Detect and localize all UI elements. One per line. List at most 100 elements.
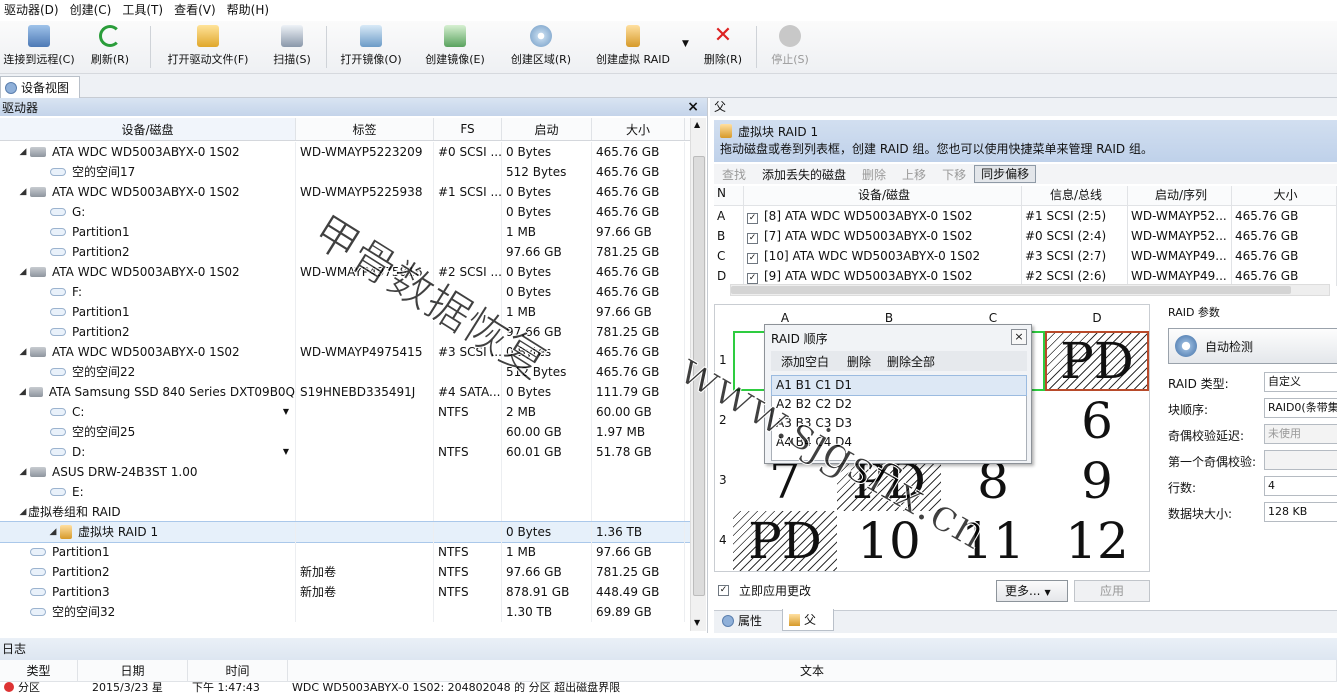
raid-dropdown-icon[interactable]: ▼ [682,39,689,49]
col-device[interactable]: 设备/磁盘 [0,118,296,140]
stop-button[interactable]: 停止(S) [766,23,814,71]
table-row[interactable]: 空的空间32 1.30 TB 69.89 GB [0,602,690,622]
col-fs[interactable]: FS [434,118,502,140]
auto-detect-button[interactable]: 自动检测 [1168,328,1337,364]
menu-tools[interactable]: 工具(T) [118,0,170,21]
table-row[interactable]: ◢ 虚拟卷组和 RAID [0,502,690,522]
delete-button[interactable]: ✕ 删除(R) [700,23,746,71]
connect-remote-button[interactable]: 连接到远程(C) [0,23,78,71]
disk-checkbox[interactable]: ✓ [747,233,758,244]
drives-scrollbar-thumb[interactable] [693,156,705,596]
table-row[interactable]: ◢ ATA WDC WD5003ABYX-0 1S02 WD-WMAYP522593… [0,182,690,202]
delete-all-button[interactable]: 删除全部 [879,353,943,370]
table-row[interactable]: E: [0,482,690,502]
disk-checkbox[interactable]: ✓ [747,213,758,224]
create-virtual-raid-button[interactable]: 创建虚拟 RAID [590,23,676,71]
tree-toggle-icon[interactable]: ◢ [18,382,27,402]
tree-toggle-icon[interactable]: ◢ [18,342,28,362]
matrix-cell[interactable]: 6 [1045,391,1149,451]
dialog-delete-button[interactable]: 删除 [839,353,879,370]
table-row[interactable]: ◢ ATA WDC WD5003ABYX-0 1S02 WD-WMAYP522320… [0,142,690,162]
table-row[interactable]: Partition2 新加卷 NTFS 97.66 GB 781.25 GB [0,562,690,582]
rows-input[interactable]: 4 [1264,476,1337,496]
col-label[interactable]: 标签 [296,118,434,140]
table-row[interactable]: Partition3 新加卷 NTFS 878.91 GB 448.49 GB [0,582,690,602]
matrix-cell[interactable]: 10 [837,511,941,571]
block-size-select[interactable]: 128 KB [1264,502,1337,522]
table-row[interactable]: 空的空间17 512 Bytes 465.76 GB [0,162,690,182]
menu-create[interactable]: 创建(C) [66,0,119,21]
create-region-button[interactable]: 创建区域(R) [504,23,578,71]
table-row[interactable]: ◢ ATA WDC WD5003ABYX-0 1S02 WD-WMAYP497581… [0,262,690,282]
table-row[interactable]: 空的空间22 512 Bytes 465.76 GB [0,362,690,382]
first-parity-select[interactable] [1264,450,1337,470]
more-button[interactable]: 更多... ▼ [996,580,1068,602]
tree-toggle-icon[interactable]: ◢ [18,182,28,202]
raid-disk-row[interactable]: D ✓ [9] ATA WDC WD5003ABYX-0 1S02 #2 SCSI (… [714,266,1337,286]
log-col-type[interactable]: 类型 [0,660,78,681]
open-drive-file-button[interactable]: 打开驱动文件(F) [160,23,256,71]
log-col-time[interactable]: 时间 [188,660,288,681]
scan-button[interactable]: 扫描(S) [268,23,316,71]
table-row[interactable]: Partition1 NTFS 1 MB 97.66 GB [0,542,690,562]
tree-toggle-icon[interactable]: ◢ [48,522,58,542]
row-dropdown-icon[interactable]: ▼ [283,442,289,462]
sync-offset-button[interactable]: 同步偏移 [974,165,1037,183]
col-disk-size[interactable]: 大小 [1232,186,1337,205]
order-item[interactable]: A4 B4 C4 D4 [772,433,1026,452]
raid-disk-row[interactable]: B ✓ [7] ATA WDC WD5003ABYX-0 1S02 #0 SCSI (… [714,226,1337,246]
delete-disk-button[interactable]: 删除 [854,166,894,183]
dialog-close-button[interactable]: × [1011,329,1027,345]
disk-checkbox[interactable]: ✓ [747,273,758,284]
apply-button[interactable]: 应用 [1074,580,1150,602]
tree-toggle-icon[interactable]: ◢ [18,142,28,162]
table-row[interactable]: C: ▼ NTFS 2 MB 60.00 GB [0,402,690,422]
close-pane-button[interactable]: × [687,99,699,115]
table-row[interactable]: Partition1 1 MB 97.66 GB [0,302,690,322]
table-row[interactable]: ◢ 虚拟块 RAID 1 0 Bytes 1.36 TB [0,521,691,543]
block-order-select[interactable]: RAID0(条带集 [1264,398,1337,418]
col-start[interactable]: 启动 [502,118,592,140]
col-size[interactable]: 大小 [592,118,685,140]
matrix-cell[interactable]: PD [733,511,837,571]
table-row[interactable]: ◢ ATA Samsung SSD 840 Series DXT09B0Q S19H… [0,382,690,402]
col-serial[interactable]: 启动/序列 [1128,186,1232,205]
table-row[interactable]: 空的空间25 60.00 GB 1.97 MB [0,422,690,442]
matrix-cell[interactable]: 11 [941,511,1045,571]
col-disk[interactable]: 设备/磁盘 [744,186,1022,205]
col-bus[interactable]: 信息/总线 [1022,186,1128,205]
raid-table-hscroll[interactable] [730,284,1330,296]
drives-scrollbar[interactable]: ▲ ▼ [690,118,706,631]
tree-toggle-icon[interactable]: ◢ [18,262,28,282]
matrix-cell[interactable]: 9 [1045,451,1149,511]
table-row[interactable]: F: 0 Bytes 465.76 GB [0,282,690,302]
refresh-button[interactable]: 刷新(R) [88,23,132,71]
move-down-button[interactable]: 下移 [934,166,974,183]
raid-disk-row[interactable]: A ✓ [8] ATA WDC WD5003ABYX-0 1S02 #1 SCSI (… [714,206,1337,226]
open-image-button[interactable]: 打开镜像(O) [336,23,406,71]
parity-delay-select[interactable]: 未使用 [1264,424,1337,444]
log-col-text[interactable]: 文本 [288,660,1337,681]
apply-now-checkbox[interactable]: ✓ 立即应用更改 [718,582,811,599]
add-missing-disk-button[interactable]: 添加丢失的磁盘 [754,166,854,183]
matrix-cell[interactable]: PD [1045,331,1149,391]
table-row[interactable]: ◢ ASUS DRW-24B3ST 1.00 [0,462,690,482]
table-row[interactable]: Partition1 1 MB 97.66 GB [0,222,690,242]
table-row[interactable]: G: 0 Bytes 465.76 GB [0,202,690,222]
add-blank-button[interactable]: 添加空白 [771,353,839,370]
col-n[interactable]: N [714,186,744,205]
menu-view[interactable]: 查看(V) [170,0,223,21]
tab-parent[interactable]: 父 [782,609,834,631]
matrix-cell[interactable]: 12 [1045,511,1149,571]
tab-properties[interactable]: 属性 [718,610,778,631]
table-row[interactable]: D: ▼ NTFS 60.01 GB 51.78 GB [0,442,690,462]
row-dropdown-icon[interactable]: ▼ [283,402,289,422]
find-button[interactable]: 查找 [714,166,754,183]
tree-toggle-icon[interactable]: ◢ [18,462,28,482]
table-row[interactable]: Partition2 97.66 GB 781.25 GB [0,242,690,262]
menu-drive[interactable]: 驱动器(D) [0,0,66,21]
tab-device-view[interactable]: 设备视图 [0,76,80,98]
order-item[interactable]: A1 B1 C1 D1 [771,375,1027,396]
table-row[interactable]: ◢ ATA WDC WD5003ABYX-0 1S02 WD-WMAYP497541… [0,342,690,362]
log-col-date[interactable]: 日期 [78,660,188,681]
